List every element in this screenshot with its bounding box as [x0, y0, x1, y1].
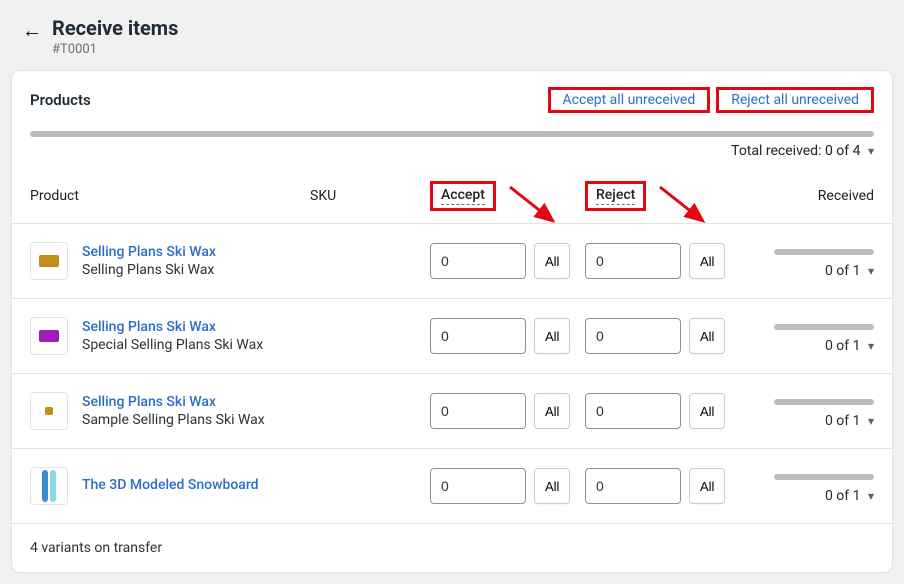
th-product: Product	[30, 188, 310, 204]
accept-qty-input[interactable]	[430, 468, 526, 504]
reject-qty-input[interactable]	[585, 243, 681, 279]
chevron-down-icon: ▾	[868, 339, 874, 353]
row-received-toggle[interactable]: 0 of 1 ▾	[740, 488, 874, 504]
table-row: Selling Plans Ski Wax Special Selling Pl…	[12, 299, 892, 374]
total-received-text: Total received: 0 of 4	[731, 143, 860, 159]
th-accept: Accept	[441, 187, 485, 205]
product-link[interactable]: Selling Plans Ski Wax	[82, 394, 265, 410]
order-id: #T0001	[52, 42, 178, 57]
received-text: 0 of 1	[825, 338, 861, 354]
row-progress-bar	[774, 249, 874, 255]
received-text: 0 of 1	[825, 488, 861, 504]
variant-name: Special Selling Plans Ski Wax	[82, 337, 263, 353]
reject-all-row-button[interactable]: All	[689, 243, 725, 279]
reject-all-row-button[interactable]: All	[689, 393, 725, 429]
accept-all-button[interactable]: Accept all unreceived	[557, 90, 702, 110]
accept-all-row-button[interactable]: All	[534, 318, 570, 354]
table-row: Selling Plans Ski Wax Selling Plans Ski …	[12, 224, 892, 299]
accept-qty-input[interactable]	[430, 318, 526, 354]
reject-qty-input[interactable]	[585, 393, 681, 429]
reject-all-button[interactable]: Reject all unreceived	[725, 90, 865, 110]
chevron-down-icon: ▾	[868, 489, 874, 503]
product-link[interactable]: Selling Plans Ski Wax	[82, 319, 263, 335]
th-sku: SKU	[310, 188, 430, 204]
row-received-toggle[interactable]: 0 of 1 ▾	[740, 413, 874, 429]
product-thumbnail	[30, 392, 68, 430]
th-reject: Reject	[596, 187, 635, 205]
page-title: Receive items	[52, 16, 178, 40]
product-thumbnail	[30, 242, 68, 280]
table-row: Selling Plans Ski Wax Sample Selling Pla…	[12, 374, 892, 449]
row-progress-bar	[774, 474, 874, 480]
th-received: Received	[740, 188, 874, 204]
chevron-down-icon: ▾	[868, 414, 874, 428]
product-link[interactable]: The 3D Modeled Snowboard	[82, 477, 259, 493]
variant-name: Selling Plans Ski Wax	[82, 262, 216, 278]
reject-qty-input[interactable]	[585, 318, 681, 354]
total-received-toggle[interactable]: Total received: 0 of 4 ▾	[30, 137, 874, 169]
product-thumbnail	[30, 317, 68, 355]
variant-name: Sample Selling Plans Ski Wax	[82, 412, 265, 428]
row-progress-bar	[774, 324, 874, 330]
accept-qty-input[interactable]	[430, 393, 526, 429]
product-thumbnail	[30, 467, 68, 505]
card-title: Products	[30, 91, 91, 109]
accept-all-row-button[interactable]: All	[534, 243, 570, 279]
card-footer: 4 variants on transfer	[12, 524, 892, 572]
chevron-down-icon: ▾	[868, 264, 874, 278]
accept-all-row-button[interactable]: All	[534, 468, 570, 504]
row-received-toggle[interactable]: 0 of 1 ▾	[740, 338, 874, 354]
reject-qty-input[interactable]	[585, 468, 681, 504]
received-text: 0 of 1	[825, 413, 861, 429]
chevron-down-icon: ▾	[868, 144, 874, 158]
accept-qty-input[interactable]	[430, 243, 526, 279]
back-arrow-icon[interactable]: ←	[22, 16, 42, 40]
reject-all-row-button[interactable]: All	[689, 468, 725, 504]
table-row: The 3D Modeled Snowboard All All 0 of 1 …	[12, 449, 892, 524]
product-link[interactable]: Selling Plans Ski Wax	[82, 244, 216, 260]
accept-all-row-button[interactable]: All	[534, 393, 570, 429]
reject-all-row-button[interactable]: All	[689, 318, 725, 354]
received-text: 0 of 1	[825, 263, 861, 279]
row-progress-bar	[774, 399, 874, 405]
row-received-toggle[interactable]: 0 of 1 ▾	[740, 263, 874, 279]
products-card: Products Accept all unreceived Reject al…	[12, 71, 892, 572]
